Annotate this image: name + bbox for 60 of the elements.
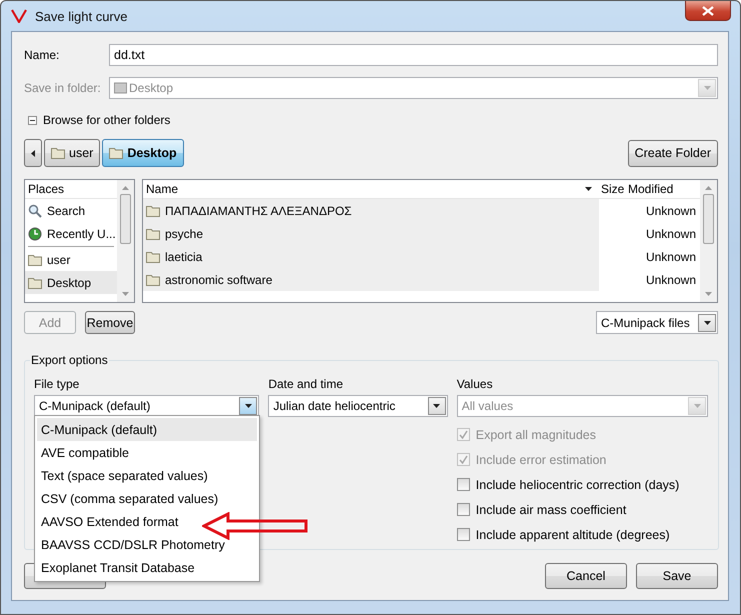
file-name[interactable]: ΠΑΠΑΔΙΑΜΑΝΤΗΣ ΑΛΕΞΑΝΔΡΟΣ — [143, 199, 599, 222]
date-time-combo[interactable]: Julian date heliocentric — [268, 395, 448, 417]
app-logo-icon — [11, 9, 27, 23]
checkbox[interactable] — [456, 503, 470, 516]
scroll-down-arrow-icon[interactable] — [122, 292, 129, 296]
name-label: Name: — [24, 48, 60, 62]
column-header[interactable]: Size — [598, 180, 628, 199]
check-icon — [458, 430, 468, 439]
dropdown-arrow-icon — [433, 404, 440, 408]
file-name[interactable]: astronomic software — [143, 268, 599, 291]
modified-cell-text: Unknown — [644, 204, 697, 218]
window-title: Save light curve — [35, 8, 128, 24]
dialog-button[interactable]: Save — [636, 563, 718, 589]
checkbox[interactable] — [456, 528, 470, 541]
scrollbar[interactable] — [700, 180, 717, 302]
modified-cell-text: Unknown — [644, 226, 697, 240]
checkbox-option[interactable]: Include air mass coefficient — [456, 497, 708, 522]
modified-cell-text: Unknown — [644, 272, 697, 286]
clock-icon — [28, 226, 42, 240]
dropdown-arrow-icon — [694, 404, 700, 408]
dialog-button[interactable]: Cancel — [545, 563, 627, 589]
path-button[interactable]: user — [44, 139, 100, 167]
magnifier-icon — [28, 204, 42, 218]
create-folder-button[interactable]: Create Folder — [628, 140, 718, 166]
values-label: Values — [456, 377, 494, 391]
file-type-label: File type — [34, 377, 80, 391]
file-type-combo[interactable]: C-Munipack (default) — [34, 395, 260, 417]
close-button[interactable] — [685, 1, 731, 21]
check-icon — [458, 455, 468, 464]
places-item[interactable]: Recently U... — [25, 222, 117, 245]
save-in-folder-label: Save in folder: — [24, 81, 102, 95]
left-arrow-icon — [31, 150, 35, 157]
file-name[interactable]: laeticia — [143, 245, 599, 268]
back-button[interactable] — [24, 139, 42, 167]
browse-expander[interactable]: Browse for other folders — [28, 113, 170, 127]
filter-combo[interactable]: C-Munipack files — [596, 311, 718, 334]
dropdown-arrow-icon — [704, 320, 710, 324]
file-name[interactable]: psyche — [143, 222, 599, 245]
path-button[interactable]: Desktop — [102, 139, 184, 167]
places-item[interactable]: Search — [25, 199, 117, 222]
scroll-up-arrow-icon[interactable] — [122, 186, 129, 190]
menu-item[interactable]: C-Munipack (default) — [37, 418, 257, 441]
modified-cell-text: Unknown — [644, 250, 697, 264]
checkbox-option[interactable]: Include apparent altitude (degrees) — [456, 522, 708, 547]
collapse-icon — [28, 116, 37, 124]
dropdown-arrow-icon — [704, 86, 710, 90]
group-title: Export options — [30, 353, 109, 367]
places-item[interactable]: Desktop — [25, 271, 117, 294]
remove-button[interactable]: Remove — [85, 311, 135, 334]
close-icon — [702, 6, 714, 16]
dropdown-arrow-icon — [585, 187, 592, 191]
dropdown-arrow-icon — [244, 404, 252, 408]
scroll-up-arrow-icon[interactable] — [705, 186, 712, 190]
date-time-label: Date and time — [268, 377, 344, 391]
checkbox-option[interactable]: Include heliocentric correction (days) — [456, 472, 708, 497]
places-item[interactable]: user — [25, 248, 117, 271]
name-field[interactable]: dd.txt — [109, 44, 718, 66]
scroll-down-arrow-icon[interactable] — [705, 292, 712, 296]
checkbox[interactable] — [456, 478, 470, 491]
scrollbar[interactable] — [117, 180, 134, 302]
